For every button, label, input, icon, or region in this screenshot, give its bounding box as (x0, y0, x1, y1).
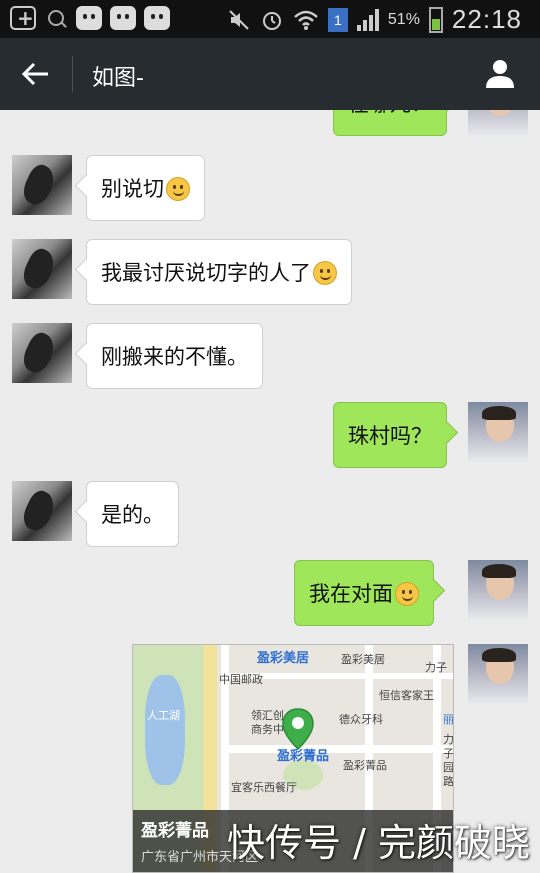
map-label: 盈彩美居 (341, 654, 385, 666)
watermark: 快传号 / 完颜破晓 (227, 821, 530, 865)
app-icon (76, 6, 102, 30)
map-label: 丽 (443, 714, 454, 726)
status-right-icons: 1 51% 22:18 (227, 4, 522, 35)
avatar[interactable] (12, 155, 72, 215)
avatar[interactable] (468, 560, 528, 620)
wifi-icon (294, 10, 318, 30)
status-bar: 1 51% 22:18 (0, 0, 540, 38)
app-icon (144, 6, 170, 30)
message-bubble[interactable]: 珠村吗？ (333, 402, 447, 468)
battery-icon (428, 6, 443, 33)
avatar[interactable] (468, 110, 528, 136)
location-name: 盈彩菁品 (141, 821, 209, 840)
message-bubble[interactable]: 在哪儿？ (333, 110, 447, 136)
avatar[interactable] (12, 239, 72, 299)
status-left-icons (10, 6, 170, 30)
map-label: 人工湖 (147, 710, 180, 722)
profile-icon[interactable] (482, 56, 518, 92)
message-text: 刚搬来的不懂。 (101, 345, 248, 369)
map-label: 德众牙科 (339, 714, 383, 726)
alarm-icon (262, 11, 281, 30)
laugh-cry-emoji-icon (395, 581, 419, 606)
map-lake (145, 675, 185, 785)
message-bubble[interactable]: 我在对面 (294, 560, 434, 626)
map-label: 商务中 (251, 724, 284, 736)
app-icon (110, 6, 136, 30)
clock: 22:18 (451, 4, 522, 34)
map-label: 盈彩菁品 (343, 760, 387, 772)
search-icon (48, 10, 64, 26)
message-bubble[interactable]: 刚搬来的不懂。 (86, 323, 263, 389)
battery-percent: 51% (387, 10, 420, 28)
location-pin-icon (282, 708, 314, 751)
message-bubble[interactable]: 是的。 (86, 481, 179, 547)
avatar[interactable] (468, 402, 528, 462)
map-label: 力子 (425, 662, 447, 674)
sim-icon: 1 (327, 7, 348, 32)
header-divider (72, 56, 73, 92)
chat-title: 如图- (92, 66, 144, 91)
chat-header: 如图- (0, 38, 540, 110)
message-text: 是的。 (101, 503, 164, 527)
message-text: 我在对面 (309, 582, 393, 606)
map-label: 盈彩美居 (257, 650, 310, 665)
add-icon (10, 6, 36, 30)
map-road (229, 745, 453, 753)
map-label: 恒信客家王 (379, 690, 434, 702)
message-text: 我最讨厌说切字的人了 (101, 261, 311, 285)
signal-icon (356, 8, 379, 31)
chat-list[interactable]: 在哪儿？ 别说切 我最讨厌说切字的人了 刚搬来的不懂。 珠村吗？ 是的。 我在对… (0, 110, 540, 873)
message-text: 别说切 (101, 177, 164, 201)
back-arrow-icon[interactable] (18, 56, 54, 92)
mute-icon (229, 9, 249, 30)
smile-emoji-icon (313, 260, 337, 285)
avatar[interactable] (468, 644, 528, 704)
message-bubble[interactable]: 别说切 (86, 155, 205, 221)
message-bubble[interactable]: 我最讨厌说切字的人了 (86, 239, 352, 305)
map-label: 路 (443, 776, 454, 788)
message-text: 珠村吗？ (348, 424, 432, 448)
avatar[interactable] (12, 323, 72, 383)
shy-emoji-icon (166, 176, 190, 201)
map-label: 宜客乐西餐厅 (231, 782, 297, 794)
avatar[interactable] (12, 481, 72, 541)
map-label: 中国邮政 (219, 674, 263, 686)
